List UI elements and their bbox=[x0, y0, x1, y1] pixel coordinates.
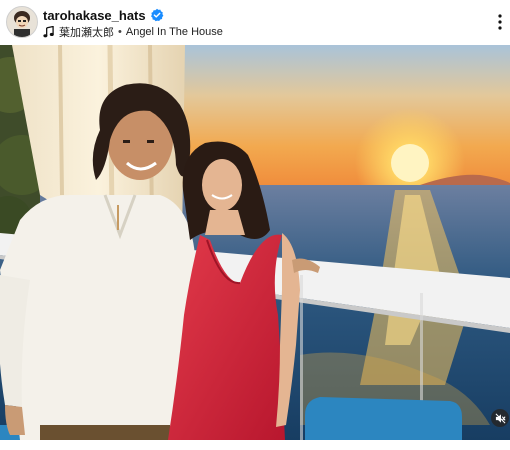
username-row: tarohakase_hats bbox=[43, 6, 164, 24]
audio-attribution[interactable]: 葉加瀬太郎 • Angel In The House bbox=[43, 24, 223, 40]
post-header: tarohakase_hats 葉加瀬太郎 • Angel In The Hou… bbox=[0, 0, 510, 44]
verified-badge-icon bbox=[150, 8, 164, 22]
post-photo[interactable] bbox=[0, 45, 510, 440]
avatar-illustration bbox=[7, 7, 37, 37]
audio-artist: 葉加瀬太郎 bbox=[59, 27, 114, 39]
audio-separator: • bbox=[118, 26, 122, 38]
music-note-icon bbox=[43, 26, 54, 38]
more-options-button[interactable] bbox=[492, 8, 508, 36]
more-options-icon bbox=[498, 14, 502, 30]
post-footer bbox=[0, 440, 510, 450]
mute-button[interactable] bbox=[491, 409, 509, 427]
audio-track: Angel In The House bbox=[125, 26, 223, 38]
sunset-couple-photo bbox=[0, 45, 510, 440]
avatar[interactable] bbox=[6, 6, 38, 38]
speaker-muted-icon bbox=[495, 413, 506, 423]
username[interactable]: tarohakase_hats bbox=[43, 8, 146, 23]
